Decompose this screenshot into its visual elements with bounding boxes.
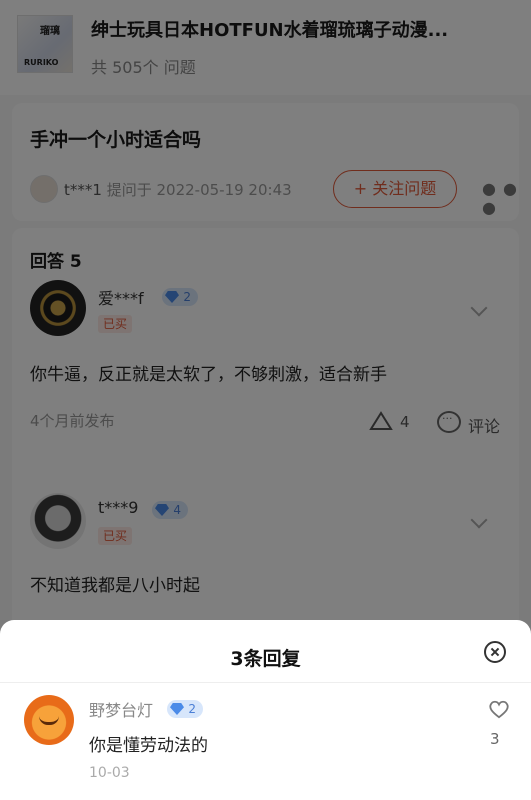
reply-author: 野梦台灯 [89,701,154,720]
reply-like-count: 3 [490,730,500,748]
heart-icon[interactable] [488,699,510,719]
reply-avatar[interactable] [24,695,74,745]
vip-level-badge: 2 [167,700,203,718]
divider [0,682,531,683]
diamond-icon [170,703,184,715]
vip-level: 2 [188,702,196,716]
sheet-title: 3条回复 [230,648,301,670]
reply-text: 你是懂劳动法的 [89,736,208,756]
replies-sheet: 3条回复 野梦台灯 2 你是懂劳动法的 10-03 3 [0,620,531,800]
close-icon[interactable] [484,641,506,663]
reply-time: 10-03 [89,765,130,781]
